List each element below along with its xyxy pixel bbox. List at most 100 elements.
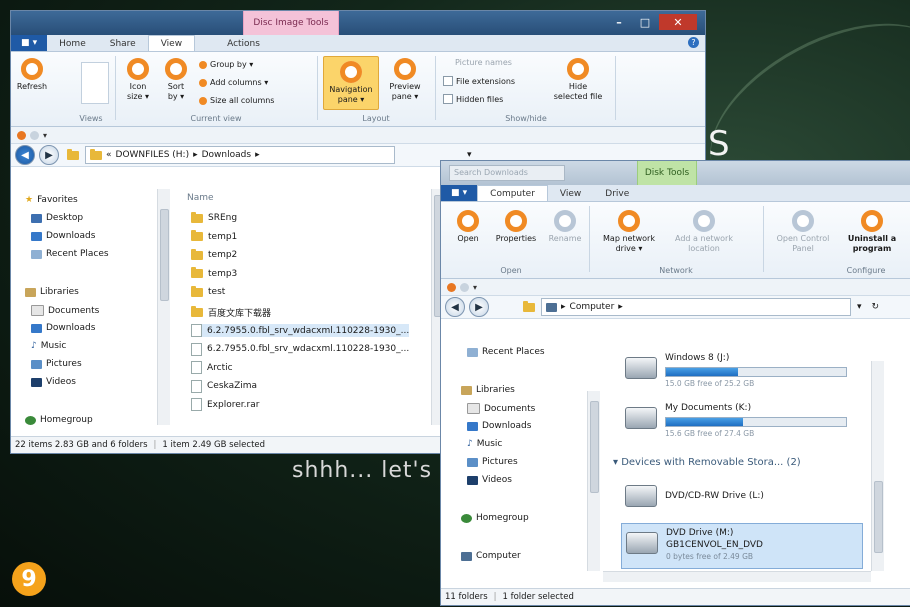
nav-music[interactable]: ♪ Music: [467, 439, 502, 449]
customize-toolbar-button[interactable]: ▾: [473, 283, 477, 292]
nav-libraries[interactable]: Libraries: [461, 385, 515, 395]
back-button[interactable]: ◀: [445, 297, 465, 317]
file-menu-button[interactable]: ■ ▾: [441, 185, 478, 201]
file-list-item[interactable]: CeskaZima: [191, 379, 257, 393]
refresh-button[interactable]: ↻: [872, 302, 880, 312]
nav-homegroup[interactable]: Homegroup: [461, 513, 529, 523]
nav-downloads[interactable]: Downloads: [467, 421, 531, 431]
file-extensions-checkbox[interactable]: File extensions: [443, 76, 515, 86]
title-bar[interactable]: Disc Image Tools – □ ✕: [11, 11, 705, 35]
up-folder-icon[interactable]: [67, 148, 79, 160]
drive-dvd-rw[interactable]: DVD/CD-RW Drive (L:): [625, 481, 865, 517]
tab-computer[interactable]: Computer: [477, 185, 548, 201]
drive-my-documents[interactable]: My Documents (K:) 15.6 GB free of 27.4 G…: [625, 403, 865, 443]
file-list-item[interactable]: 百度文库下载器: [191, 305, 271, 319]
nav-favorites[interactable]: ★ Favorites: [25, 195, 78, 205]
map-network-drive-button[interactable]: Map network drive ▾: [593, 210, 665, 254]
open-button[interactable]: Open: [451, 210, 485, 244]
back-button[interactable]: ◀: [15, 145, 35, 165]
tab-actions[interactable]: Actions: [215, 36, 272, 51]
size-all-columns-button[interactable]: Size all columns: [199, 96, 274, 105]
navigation-pane-button[interactable]: Navigation pane ▾: [323, 56, 379, 110]
hide-selected-button[interactable]: Hide selected file: [551, 58, 605, 102]
address-bar[interactable]: « DOWNFILES (H:) ▸ Downloads ▸: [85, 146, 395, 164]
uninstall-program-button[interactable]: Uninstall a program: [839, 210, 905, 254]
nav-downloads[interactable]: Downloads: [31, 231, 95, 241]
nav-pane-scrollbar[interactable]: [587, 391, 600, 571]
breadcrumb-separator[interactable]: ▸: [193, 150, 198, 160]
breadcrumb-root[interactable]: «: [106, 150, 112, 160]
file-list-item[interactable]: SREng: [191, 211, 237, 223]
nav-computer[interactable]: Computer: [461, 551, 521, 561]
picture-names-checkbox[interactable]: Picture names: [443, 58, 512, 67]
nav-recent-places[interactable]: Recent Places: [31, 249, 109, 259]
drive-windows8[interactable]: Windows 8 (J:) 15.0 GB free of 25.2 GB: [625, 353, 865, 393]
tab-view[interactable]: View: [147, 35, 196, 51]
file-list-item[interactable]: 6.2.7955.0.fbl_srv_wdacxml.110228-1930_.…: [191, 324, 410, 337]
file-list-item[interactable]: temp3: [191, 267, 237, 279]
nav-documents[interactable]: Documents: [467, 403, 535, 414]
breadcrumb-separator[interactable]: ▸: [255, 150, 260, 160]
address-bar[interactable]: ▸ Computer ▸: [541, 298, 851, 316]
file-list-item[interactable]: Explorer.rar: [191, 398, 259, 411]
context-tab-disk-tools[interactable]: Disk Tools: [637, 161, 697, 185]
properties-button[interactable]: Properties: [491, 210, 541, 244]
nav-videos[interactable]: Videos: [31, 377, 76, 387]
removable-devices-header[interactable]: ▾ Devices with Removable Stora... (2): [613, 457, 801, 468]
help-icon[interactable]: ?: [688, 37, 699, 48]
tab-drive[interactable]: Drive: [593, 186, 641, 201]
file-list-item[interactable]: Arctic: [191, 361, 233, 374]
layout-gallery[interactable]: [81, 62, 109, 104]
new-folder-icon[interactable]: [460, 282, 469, 292]
nav-pictures[interactable]: Pictures: [467, 457, 518, 467]
maximize-button[interactable]: □: [633, 14, 657, 30]
column-header-name[interactable]: Name: [187, 193, 214, 203]
drive-dvd-selected[interactable]: DVD Drive (M:) GB1CENVOL_EN_DVD 0 bytes …: [621, 523, 863, 569]
add-network-location-button[interactable]: Add a network location: [669, 210, 739, 254]
breadcrumb-separator[interactable]: ▸: [561, 302, 566, 312]
tab-home[interactable]: Home: [47, 36, 98, 51]
minimize-button[interactable]: –: [607, 14, 631, 30]
search-box[interactable]: Search Downloads: [449, 165, 565, 181]
file-menu-button[interactable]: ■ ▾: [11, 35, 48, 51]
nav-music[interactable]: ♪ Music: [31, 341, 66, 351]
nav-homegroup[interactable]: Homegroup: [25, 415, 93, 425]
content-hscrollbar[interactable]: [603, 571, 871, 582]
icon-size-button[interactable]: Icon size ▾: [121, 58, 155, 102]
close-button[interactable]: ✕: [659, 14, 697, 30]
file-list-item[interactable]: temp1: [191, 230, 237, 242]
tab-view[interactable]: View: [548, 186, 593, 201]
nav-desktop[interactable]: Desktop: [31, 213, 83, 223]
nav-recent-places[interactable]: Recent Places: [467, 347, 545, 357]
breadcrumb-computer[interactable]: Computer: [570, 302, 615, 312]
tab-share[interactable]: Share: [98, 36, 148, 51]
rename-button[interactable]: Rename: [545, 210, 585, 244]
address-dropdown-button[interactable]: ▾: [857, 302, 862, 312]
open-control-panel-button[interactable]: Open Control Panel: [771, 210, 835, 254]
nav-pictures[interactable]: Pictures: [31, 359, 82, 369]
address-dropdown-button[interactable]: ▾: [467, 150, 472, 160]
preview-pane-button[interactable]: Preview pane ▾: [383, 58, 427, 102]
nav-pane-scrollbar[interactable]: [157, 189, 170, 425]
context-tab-disc-image-tools[interactable]: Disc Image Tools: [243, 11, 339, 35]
up-folder-icon[interactable]: [523, 300, 535, 312]
title-bar[interactable]: Search Downloads Disk Tools: [441, 161, 910, 185]
file-list-item[interactable]: test: [191, 285, 225, 297]
nav-documents[interactable]: Documents: [31, 305, 99, 316]
group-by-button[interactable]: Group by ▾: [199, 60, 253, 69]
file-list-item[interactable]: 6.2.7955.0.fbl_srv_wdacxml.110228-1930_.…: [191, 342, 409, 356]
add-columns-button[interactable]: Add columns ▾: [199, 78, 268, 87]
nav-downloads-library[interactable]: Downloads: [31, 323, 95, 333]
hidden-files-checkbox[interactable]: Hidden files: [443, 94, 503, 104]
properties-icon[interactable]: [447, 282, 456, 292]
new-folder-icon[interactable]: [30, 130, 39, 140]
customize-toolbar-button[interactable]: ▾: [43, 131, 47, 140]
nav-libraries[interactable]: Libraries: [25, 287, 79, 297]
breadcrumb-drive[interactable]: DOWNFILES (H:): [116, 150, 190, 160]
breadcrumb-downloads[interactable]: Downloads: [202, 150, 251, 160]
breadcrumb-separator[interactable]: ▸: [618, 302, 623, 312]
forward-button[interactable]: ▶: [39, 145, 59, 165]
sort-by-button[interactable]: Sort by ▾: [161, 58, 191, 102]
content-scrollbar[interactable]: [871, 361, 884, 571]
file-list-item[interactable]: temp2: [191, 248, 237, 260]
